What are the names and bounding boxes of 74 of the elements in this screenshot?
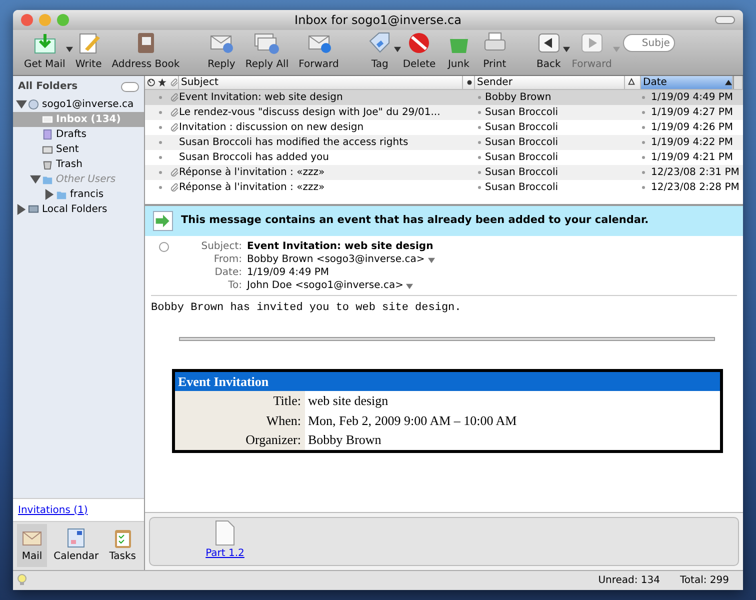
attachment-link[interactable]: Part 1.2 [205,520,245,565]
column-header[interactable]: Sender [475,76,625,89]
header-label: To: [227,279,243,292]
header-value: Event Invitation: web site design [247,240,434,253]
toolbar-button[interactable]: Get Mail [19,31,70,72]
header-label: From: [212,253,243,266]
date-cell-text: 1/19/09 4:27 PM [651,106,734,120]
date-cell-text: 12/23/08 2:31 PM [651,166,740,180]
field-label: Organizer: [175,430,305,450]
folder-item[interactable]: Trash [13,157,144,172]
header-label: Subject: [200,240,243,253]
mode-button[interactable]: Calendar [50,524,103,567]
sidebar-title: All Folders [18,80,78,94]
subject-cell-text: Réponse à l'invitation : «zzz» [179,181,326,195]
sender-cell-text: Susan Broccoli [485,181,560,195]
total-count: Total: 299 [680,574,729,588]
folder-item[interactable]: Drafts [13,127,144,142]
sender-cell-text: Susan Broccoli [485,121,560,135]
unread-count: Unread: 134 [598,574,660,588]
date-cell-text: 1/19/09 4:26 PM [651,121,734,135]
toolbar-button[interactable]: Delete [398,31,441,72]
subject-cell-text: Le rendez-vous "discuss design with Joe" du 29/01... [179,106,442,120]
message-row[interactable]: Susan Broccoli has modified the access rights Susan Broccoli 1/19/09 4:22 PM [145,135,743,150]
message-row[interactable]: Invitation : discussion on new design Susan Broccoli 1/19/09 4:26 PM [145,120,743,135]
invitation-title: Event Invitation [175,372,720,391]
toolbar-button[interactable]: Reply All [240,31,294,72]
subject-cell-text: Susan Broccoli has modified the access rights [179,136,410,150]
date-cell-text: 1/19/09 4:21 PM [651,151,734,165]
sender-cell-text: Susan Broccoli [485,151,560,165]
folder-item[interactable]: Local Folders [13,202,144,217]
header-value: Bobby Brown <sogo3@inverse.ca> [247,253,425,266]
header-label: Date: [214,266,243,279]
banner-text: This message contains an event that has already been added to your calendar. [181,213,649,228]
sender-cell-text: Susan Broccoli [485,136,560,150]
sender-cell-text: Bobby Brown [485,91,552,105]
sender-cell-text: Susan Broccoli [485,106,560,120]
message-row[interactable]: Réponse à l'invitation : «zzz» Susan Broccoli 12/23/08 2:28 PM [145,180,743,195]
field-value: web site design [307,392,388,410]
subject-cell-text: Réponse à l'invitation : «zzz» [179,166,326,180]
message-row[interactable]: Réponse à l'invitation : «zzz» Susan Broccoli 12/23/08 2:31 PM [145,165,743,180]
toolbar-button[interactable]: Reply [202,31,240,72]
field-label: When: [175,410,305,430]
mode-button[interactable]: Mail [17,524,47,567]
mode-button[interactable]: Tasks [105,524,140,567]
subject-cell-text: Susan Broccoli has added you [179,151,330,165]
field-value: Mon, Feb 2, 2009 9:00 AM – 10:00 AM [307,412,517,430]
toolbar-button[interactable]: Back [530,31,567,72]
body-text: Bobby Brown has invited you to web site design. [150,301,462,316]
message-row[interactable]: Le rendez-vous "discuss design with Joe" du 29/01... Susan Broccoli 1/19/09 4:27 PM [145,105,743,120]
field-value: Bobby Brown [307,431,382,449]
toolbar-button[interactable]: Forward [294,31,344,72]
toolbar-button[interactable]: Write [70,31,107,72]
toolbar-button[interactable]: Address Book [106,31,185,72]
folder-item[interactable]: francis [13,187,144,202]
message-row[interactable]: Susan Broccoli has added you Susan Broccoli 1/19/09 4:21 PM [145,150,743,165]
field-label: Title: [175,391,305,410]
subject-cell-text: Invitation : discussion on new design [179,121,365,135]
header-value: 1/19/09 4:49 PM [247,266,330,279]
toolbar-button[interactable]: Print [476,31,513,72]
toolbar-button[interactable]: Tag [362,31,398,72]
date-cell-text: 12/23/08 2:28 PM [651,181,740,195]
toolbar-button[interactable]: Junk [440,31,477,72]
column-header[interactable]: Subject [179,76,463,89]
column-header[interactable]: Date [641,76,733,89]
date-cell-text: 1/19/09 4:49 PM [651,91,734,105]
folder-item[interactable]: sogo1@inverse.ca [13,97,144,112]
date-cell-text: 1/19/09 4:22 PM [651,136,734,150]
folder-item[interactable]: Sent [13,142,144,157]
header-value: John Doe <sogo1@inverse.ca> [247,279,404,292]
window-title: Inbox for sogo1@inverse.ca [294,12,462,29]
message-row[interactable]: Event Invitation: web site design Bobby Brown 1/19/09 4:49 PM [145,90,743,105]
sender-cell-text: Susan Broccoli [485,166,560,180]
search-field[interactable]: Subje [622,34,675,52]
subject-cell-text: Event Invitation: web site design [179,91,344,105]
